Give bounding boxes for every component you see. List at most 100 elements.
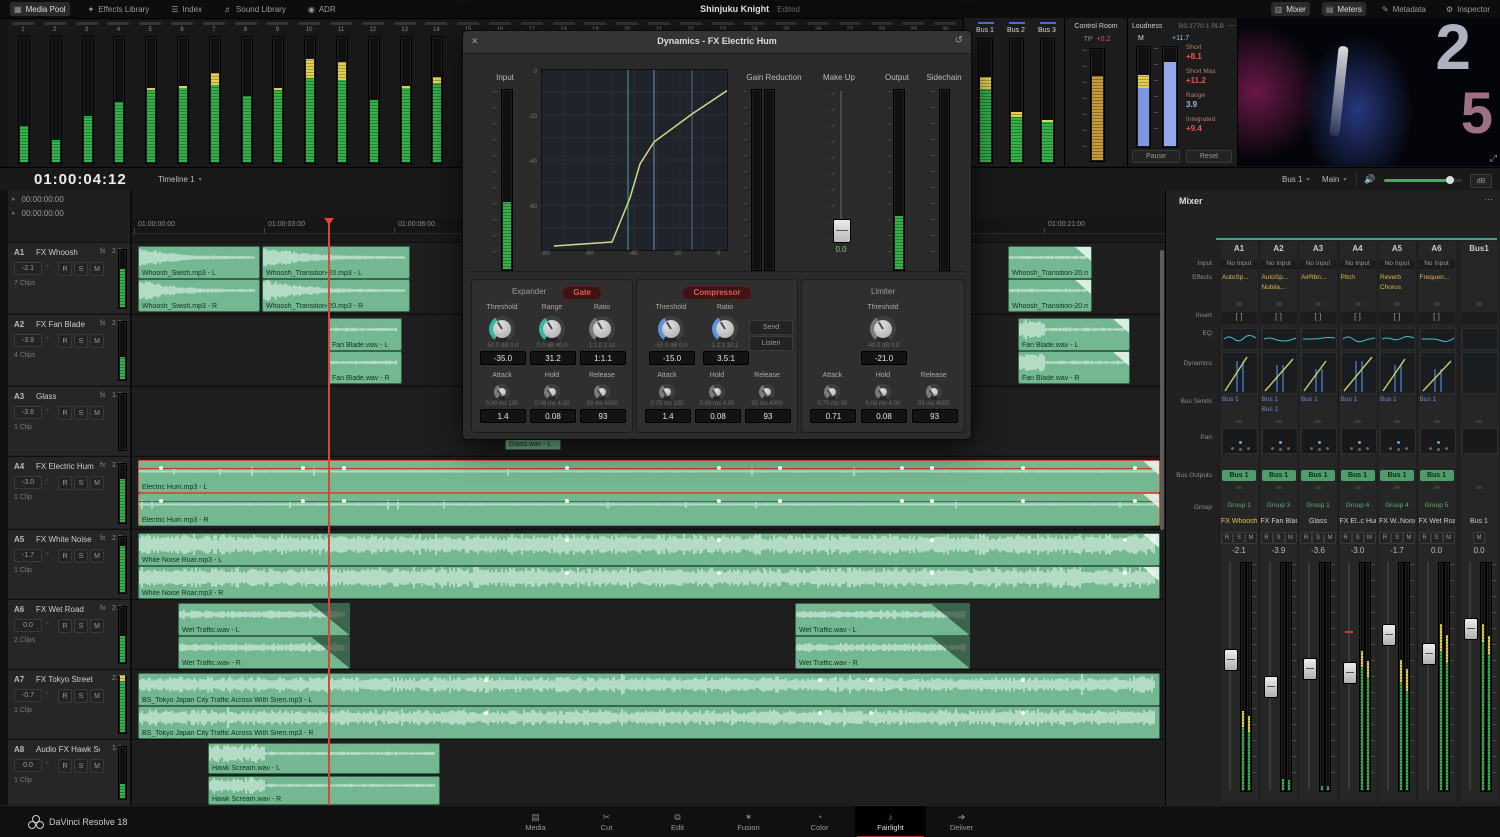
- strip-bus-send[interactable]: Bus 1: [1341, 396, 1375, 405]
- channel-tab[interactable]: [266, 22, 289, 25]
- arm-icon[interactable]: ◦: [46, 760, 54, 769]
- strip-dash[interactable]: [1394, 486, 1400, 489]
- strip-bus-output[interactable]: Bus 1: [1261, 470, 1296, 481]
- strip-bus-send[interactable]: Bus 1: [1222, 396, 1256, 405]
- strip-pan-control[interactable]: [1462, 428, 1498, 454]
- fade-handle[interactable]: [1143, 494, 1159, 508]
- strip-dynamics-thumbnail[interactable]: [1380, 352, 1416, 394]
- automation-point[interactable]: [1132, 466, 1137, 470]
- track-header-A7[interactable]: A7 FX Tokyo Street 2.0 -0.7 ◦ R S M 1 Clip: [8, 669, 130, 738]
- mixer-scrollbar[interactable]: [1160, 250, 1164, 530]
- strip-bus-send[interactable]: Bus 1: [1420, 396, 1454, 405]
- panel-button-mixer[interactable]: ▥ Mixer: [1270, 2, 1310, 16]
- knob-value[interactable]: 3.5:1: [703, 351, 749, 365]
- track-gain-value[interactable]: 0.0: [14, 759, 42, 772]
- strip-dash[interactable]: [1236, 420, 1242, 423]
- channel-tab[interactable]: [807, 22, 829, 25]
- strip-input[interactable]: No Input: [1260, 260, 1297, 269]
- fader-handle[interactable]: [1303, 657, 1317, 680]
- strip-pan-control[interactable]: [1222, 428, 1258, 454]
- strip-insert[interactable]: [ ]: [1300, 312, 1336, 324]
- arm-icon[interactable]: ◦: [46, 335, 54, 344]
- fx-badge[interactable]: fx: [100, 605, 112, 614]
- strip-insert[interactable]: [ ]: [1379, 312, 1415, 324]
- strip-eq-thumbnail[interactable]: [1222, 328, 1258, 350]
- mixer-strip-A2[interactable]: A2 No Input AutoSp... Nubila...[ ] Bus 1 Bus …: [1258, 242, 1298, 802]
- fader-handle[interactable]: [1421, 643, 1436, 666]
- bus-tab[interactable]: [978, 22, 994, 24]
- fader-handle[interactable]: [1263, 676, 1278, 699]
- strip-effect[interactable]: AutoSp...: [1222, 274, 1256, 283]
- strip-effect[interactable]: Frequen...: [1420, 274, 1454, 283]
- strip-dynamics-thumbnail[interactable]: [1462, 352, 1498, 394]
- knob-hold[interactable]: [709, 384, 725, 400]
- knob-value[interactable]: 1:1.1: [580, 351, 626, 365]
- knob-range[interactable]: [539, 316, 565, 342]
- strip-insert[interactable]: [ ]: [1418, 312, 1455, 324]
- knob-attack[interactable]: [659, 384, 675, 400]
- monitor-bus-selector[interactable]: Bus 1 ▾: [1282, 175, 1309, 184]
- page-media[interactable]: ▤ Media: [500, 806, 571, 837]
- track-s-button[interactable]: S: [74, 619, 88, 633]
- strip-s-button[interactable]: S: [1233, 532, 1245, 544]
- arm-icon[interactable]: ◦: [46, 407, 54, 416]
- channel-tab[interactable]: [743, 22, 766, 25]
- strip-input[interactable]: No Input: [1339, 260, 1376, 269]
- range-marker-icon[interactable]: ▸: [12, 209, 16, 217]
- fx-badge[interactable]: fx: [100, 248, 112, 257]
- strip-dynamics-thumbnail[interactable]: [1419, 352, 1456, 394]
- track-r-button[interactable]: R: [58, 689, 72, 703]
- strip-dash[interactable]: [1476, 420, 1482, 423]
- strip-input[interactable]: No Input: [1221, 260, 1257, 269]
- track-m-button[interactable]: M: [90, 476, 104, 490]
- knob-value[interactable]: -35.0: [480, 351, 526, 365]
- channel-tab[interactable]: [234, 22, 257, 25]
- playhead[interactable]: [328, 218, 330, 805]
- automation-point[interactable]: [899, 466, 904, 470]
- mixer-strip-A1[interactable]: A1 No Input AutoSp... [ ] Bus 1 Bus 1 Group 1 F…: [1219, 242, 1258, 802]
- audio-clip[interactable]: Hawk Scream.wav - R: [208, 776, 440, 805]
- arm-icon[interactable]: ◦: [46, 263, 54, 272]
- fade-out-region[interactable]: [931, 637, 969, 668]
- volume-handle[interactable]: [1446, 176, 1454, 184]
- fade-handle[interactable]: [1113, 319, 1129, 333]
- audio-clip[interactable]: Whoosh_Swish.mp3 - L: [138, 246, 260, 279]
- strip-group[interactable]: Group 5: [1420, 502, 1454, 511]
- strip-eq-thumbnail[interactable]: [1340, 328, 1377, 350]
- arm-icon[interactable]: ◦: [46, 690, 54, 699]
- strip-dash[interactable]: [1275, 486, 1282, 489]
- track-m-button[interactable]: M: [90, 619, 104, 633]
- strip-dot[interactable]: [1354, 302, 1361, 306]
- automation-point[interactable]: [777, 499, 782, 503]
- knob-threshold[interactable]: [489, 316, 515, 342]
- track-gain-value[interactable]: 0.0: [14, 619, 42, 632]
- strip-group[interactable]: Group 1: [1301, 502, 1335, 511]
- dynamics-graph[interactable]: [541, 69, 728, 251]
- channel-tab[interactable]: [775, 22, 798, 25]
- track-m-button[interactable]: M: [90, 406, 104, 420]
- strip-pan-control[interactable]: [1261, 428, 1298, 454]
- automation-line[interactable]: [139, 501, 1159, 502]
- fade-handle[interactable]: [1143, 567, 1159, 581]
- fade-out-region[interactable]: [311, 637, 349, 668]
- strip-m-button[interactable]: M: [1284, 532, 1297, 544]
- automation-point[interactable]: [1122, 538, 1127, 542]
- knob-value[interactable]: -15.0: [649, 351, 695, 365]
- strip-dot[interactable]: [1275, 302, 1282, 306]
- channel-tab[interactable]: [298, 22, 321, 25]
- strip-m-button[interactable]: M: [1363, 532, 1376, 544]
- loudness-reset-button[interactable]: Reset: [1186, 150, 1232, 163]
- knob-ratio[interactable]: [589, 316, 615, 342]
- strip-bus-output[interactable]: Bus 1: [1340, 470, 1375, 481]
- audio-clip[interactable]: Whoosh_Swish.mp3 - R: [138, 279, 260, 312]
- strip-dot[interactable]: [1476, 302, 1482, 306]
- loudness-pause-button[interactable]: Pause: [1132, 150, 1180, 163]
- track-gain-value[interactable]: -3.6: [14, 406, 42, 419]
- strip-effect[interactable]: AutoSp...: [1262, 274, 1296, 283]
- channel-tab[interactable]: [361, 22, 384, 25]
- knob-value[interactable]: 1.4: [645, 409, 691, 423]
- channel-tab[interactable]: [711, 22, 734, 25]
- strip-bus-send[interactable]: Bus 1: [1262, 396, 1296, 405]
- panel-button-metadata[interactable]: ✎ Metadata: [1378, 2, 1430, 16]
- track-r-button[interactable]: R: [58, 262, 72, 276]
